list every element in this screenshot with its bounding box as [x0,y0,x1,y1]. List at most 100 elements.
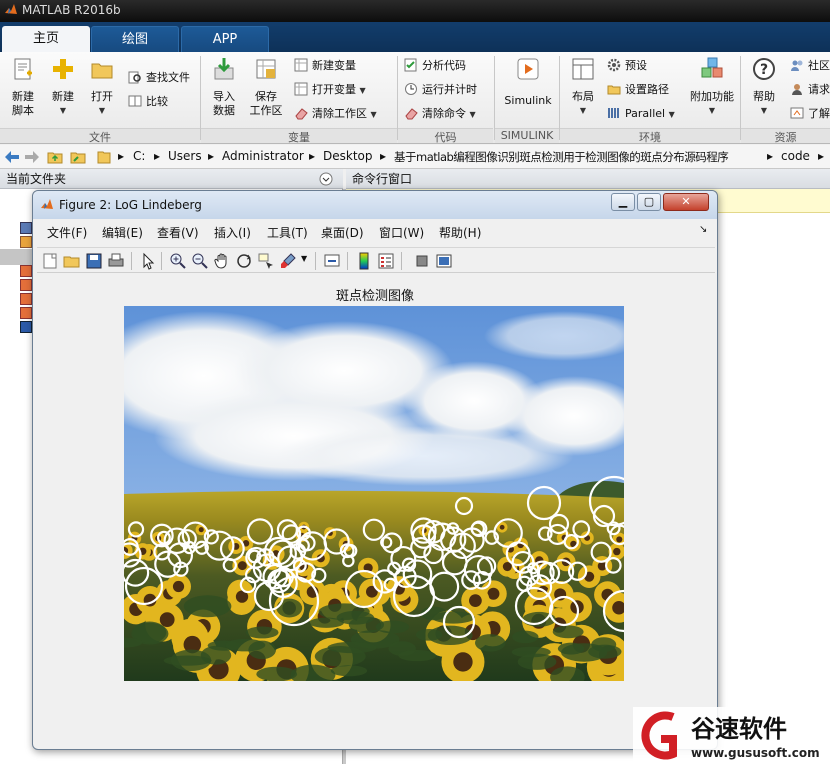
learn-label: 了解 [808,107,830,120]
toolstrip-tabs: 主页 绘图 APP [0,22,830,52]
menu-help[interactable]: 帮助(H) [439,224,481,241]
layout-dropdown-arrow-icon[interactable]: ▼ [562,104,604,118]
edit-plot-arrow-icon[interactable] [139,252,157,270]
open-file-icon[interactable] [63,252,81,270]
forward-arrow-icon[interactable] [24,150,40,164]
pan-hand-icon[interactable] [213,252,231,270]
request-support-button[interactable]: 请求 [790,80,830,100]
svg-text:?: ? [760,62,768,78]
tab-apps[interactable]: APP [181,26,269,52]
rotate-3d-icon[interactable] [235,252,253,270]
preferences-label: 预设 [625,59,647,72]
new-dropdown-arrow-icon[interactable]: ▼ [42,104,84,118]
sunflower-center [613,547,621,556]
up-folder-icon[interactable] [47,149,63,165]
svg-text:谷速软件: 谷速软件 [691,715,787,743]
browse-folder-icon[interactable] [70,149,86,165]
menu-view[interactable]: 查看(V) [157,224,199,241]
colorbar-icon[interactable] [355,252,373,270]
community-button[interactable]: 社区 [790,56,830,76]
maximize-icon: ▢ [643,195,655,208]
hide-plot-tools-icon[interactable] [413,252,431,270]
breadcrumb-project-folder[interactable]: 基于matlab编程图像识别斑点检测用于检测图像的斑点分布源码程序 [394,149,729,165]
link-plot-icon[interactable] [323,252,341,270]
new-variable-button[interactable]: 新建变量 [294,56,356,76]
minimize-icon: ▁ [618,195,628,208]
addons-cubes-icon [701,57,723,78]
close-button[interactable]: ✕ [663,193,709,211]
breadcrumb-separator-icon: ▸ [154,149,161,163]
sunflower-center [198,527,204,533]
menu-insert[interactable]: 插入(I) [214,224,251,241]
clear-commands-button[interactable]: 清除命令 ▼ [404,104,476,124]
menu-window[interactable]: 窗口(W) [379,224,424,241]
breadcrumb-code[interactable]: code [781,149,810,163]
file-icon [20,293,32,305]
menu-file[interactable]: 文件(F) [47,224,87,241]
layout-button[interactable]: 布局 ▼ [562,56,604,118]
figure-titlebar[interactable]: Figure 2: LoG Lindeberg ▁ ▢ ✕ [33,191,717,219]
new-script-button[interactable]: 新建 脚本 [2,56,44,118]
new-button[interactable]: 新建 ▼ [42,56,84,118]
find-files-button[interactable]: 查找文件 [128,68,190,88]
show-plot-tools-icon[interactable] [435,252,453,270]
breadcrumb-drive[interactable]: C: [133,149,145,163]
breadcrumb-separator-icon: ▸ [767,149,774,163]
leaf [415,628,443,641]
maximize-button[interactable]: ▢ [637,193,661,211]
compare-icon [128,95,142,107]
menubar-dock-arrow-icon[interactable]: ↘ [699,224,707,235]
compare-button[interactable]: 比较 [128,92,168,112]
open-button[interactable]: 打开 ▼ [81,56,123,118]
data-cursor-icon[interactable] [257,252,275,270]
clear-commands-dropdown-icon[interactable]: ▼ [470,110,476,119]
parallel-button[interactable]: Parallel ▼ [607,104,675,124]
zoom-in-icon[interactable] [169,252,187,270]
minimize-button[interactable]: ▁ [611,193,635,211]
breadcrumb-administrator[interactable]: Administrator [222,149,304,163]
addons-button[interactable]: 附加功能 ▼ [686,56,738,118]
addons-dropdown-arrow-icon[interactable]: ▼ [686,104,738,118]
zoom-out-icon[interactable] [191,252,209,270]
simulink-button[interactable]: Simulink [500,56,556,108]
brush-dropdown-icon[interactable]: ▼ [301,254,307,263]
menu-edit[interactable]: 编辑(E) [102,224,143,241]
open-variable-dropdown-icon[interactable]: ▼ [360,86,366,95]
import-data-button[interactable]: 导入 数据 [203,56,245,118]
breadcrumb-desktop[interactable]: Desktop [323,149,373,163]
file-icon [20,279,32,291]
help-question-icon: ? [753,58,775,80]
help-button[interactable]: ? 帮助 ▼ [743,56,785,118]
preferences-button[interactable]: 预设 [607,56,647,76]
legend-icon[interactable] [377,252,395,270]
import-data-label: 导入 数据 [213,90,235,117]
tab-plots[interactable]: 绘图 [91,26,179,52]
menu-tools[interactable]: 工具(T) [267,224,308,241]
new-figure-icon[interactable] [41,252,59,270]
back-arrow-icon[interactable] [4,150,20,164]
clear-workspace-dropdown-icon[interactable]: ▼ [371,110,377,119]
toolbar-divider [347,252,348,270]
save-workspace-button[interactable]: 保存 工作区 [244,56,288,118]
request-support-label: 请求 [808,83,830,96]
menu-desktop[interactable]: 桌面(D) [321,224,364,241]
save-figure-icon[interactable] [85,252,103,270]
run-and-time-button[interactable]: 运行并计时 [404,80,477,100]
clear-workspace-button[interactable]: 清除工作区 ▼ [294,104,377,124]
help-dropdown-arrow-icon[interactable]: ▼ [743,104,785,118]
open-dropdown-arrow-icon[interactable]: ▼ [81,104,123,118]
breadcrumb-users[interactable]: Users [168,149,202,163]
open-variable-button[interactable]: 打开变量 ▼ [294,80,366,100]
new-script-icon [14,58,32,80]
brush-icon[interactable] [279,252,297,270]
set-path-button[interactable]: 设置路径 [607,80,669,100]
parallel-dropdown-icon[interactable]: ▼ [669,110,675,119]
analyze-code-button[interactable]: 分析代码 [404,56,466,76]
pane-options-icon[interactable] [319,172,333,186]
toolbar-divider [315,252,316,270]
tab-home[interactable]: 主页 [2,26,90,52]
file-icon [20,222,32,234]
leaf [170,649,212,672]
learn-button[interactable]: 了解 [790,104,830,124]
print-figure-icon[interactable] [107,252,125,270]
